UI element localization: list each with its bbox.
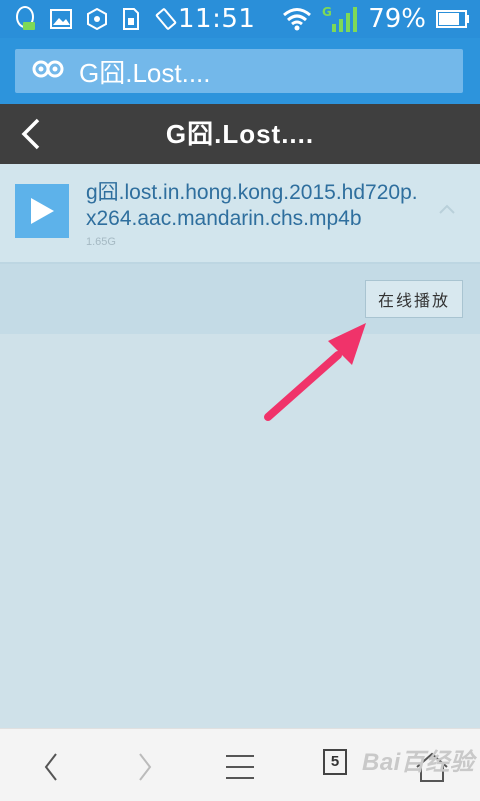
network-type: G — [322, 5, 332, 19]
back-button[interactable] — [14, 116, 50, 152]
wifi-icon — [282, 7, 312, 31]
search-text: G囧.Lost.... — [79, 57, 211, 88]
tabs-button[interactable]: 5 — [323, 749, 347, 775]
search-bar: G囧.Lost.... — [0, 38, 480, 104]
page-title: G囧.Lost.... — [165, 119, 315, 149]
title-bar: G囧.Lost.... — [0, 104, 480, 164]
mask-icon — [31, 57, 65, 86]
settings-icon — [86, 8, 108, 30]
watermark: Bai百经验 — [362, 749, 475, 776]
annotation-arrow — [258, 315, 378, 430]
battery-icon — [436, 10, 470, 28]
nav-forward-button[interactable] — [124, 749, 164, 785]
rotate-icon — [154, 7, 178, 31]
file-list-item[interactable]: g囧.lost.in.hong.kong.2015.hd720p.x264.aa… — [0, 164, 480, 262]
battery-percent: 79% — [368, 4, 426, 34]
action-panel: 在线播放 — [0, 264, 480, 334]
sim-icon — [122, 7, 140, 31]
nav-back-icon — [44, 753, 57, 781]
qq-icon — [14, 6, 36, 32]
back-chevron-icon — [21, 118, 40, 150]
play-icon — [31, 198, 54, 224]
play-online-button[interactable]: 在线播放 — [365, 280, 463, 318]
clock: 11:51 — [178, 4, 256, 34]
status-bar: 11:51 G 79% — [0, 0, 480, 38]
search-input[interactable]: G囧.Lost.... — [15, 49, 463, 93]
chevron-up-icon[interactable] — [438, 202, 456, 220]
nav-forward-icon — [139, 753, 152, 781]
nav-back-button[interactable] — [32, 749, 72, 785]
menu-icon — [226, 755, 254, 779]
signal-icon: G — [322, 5, 358, 33]
menu-button[interactable] — [220, 749, 260, 785]
play-thumbnail[interactable] — [15, 184, 69, 238]
image-icon — [50, 9, 72, 29]
file-size: 1.65G — [86, 236, 116, 248]
file-name: g囧.lost.in.hong.kong.2015.hd720p.x264.aa… — [86, 181, 418, 230]
